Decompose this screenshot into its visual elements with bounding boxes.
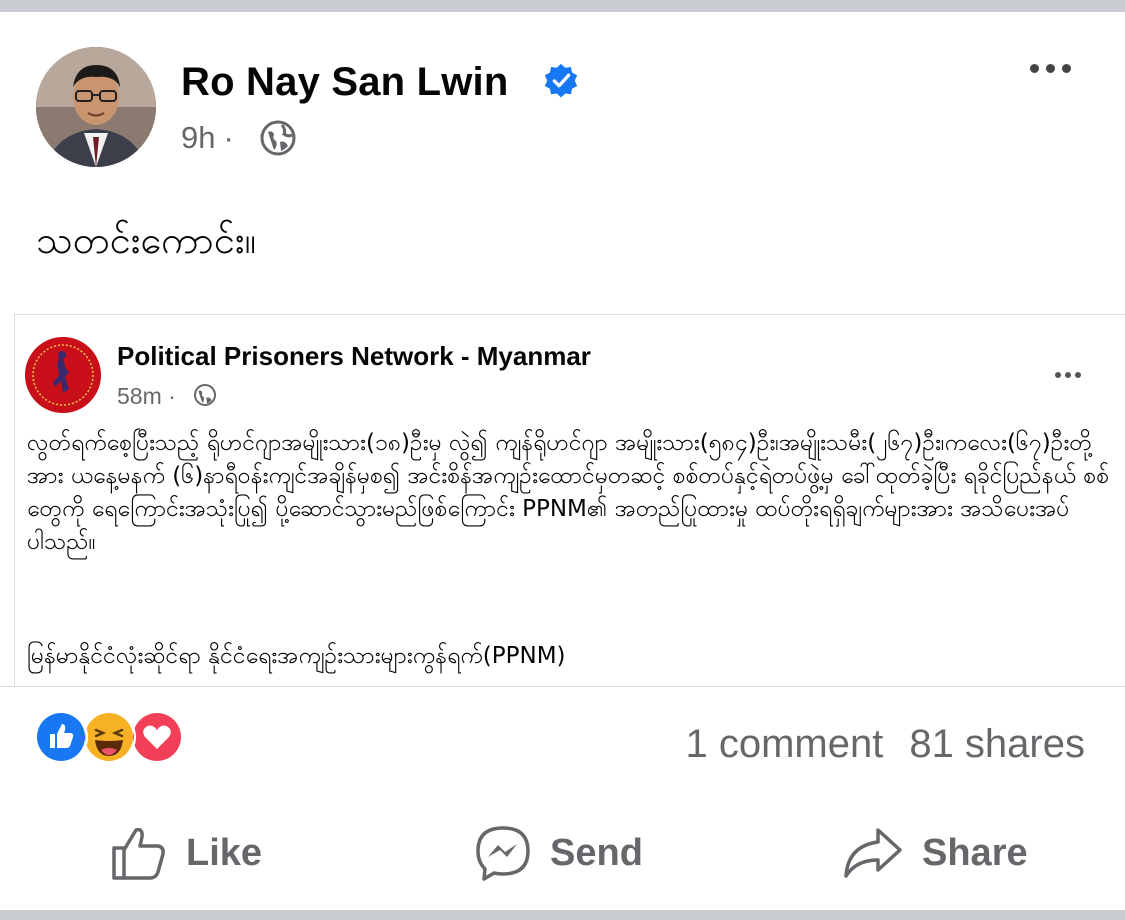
post-timestamp[interactable]: 9h [181, 120, 215, 155]
bottom-separator [0, 910, 1125, 920]
share-button[interactable]: Share [842, 820, 1028, 886]
messenger-icon [476, 826, 530, 881]
reaction-summary[interactable] [34, 710, 184, 764]
share-count[interactable]: 81 shares [909, 722, 1085, 766]
shared-post-card[interactable]: Political Prisoners Network - Myanmar 58… [14, 314, 1125, 687]
shared-post-signature: မြန်မာနိုင်ငံလုံးဆိုင်ရာ နိုင်ငံရေးအကျဉ်… [27, 643, 566, 669]
shared-post-timestamp[interactable]: 58m [117, 383, 162, 409]
like-label: Like [186, 831, 263, 874]
share-arrow-icon [844, 828, 902, 878]
shared-post-text: လွတ်ရက်စေ့ပြီးသည့် ရိုဟင်ဂျာအမျိုးသား(၁၈… [27, 430, 1110, 555]
dot-icon [1075, 372, 1081, 378]
dot-icon [1065, 372, 1071, 378]
send-label: Send [550, 831, 643, 874]
comment-count[interactable]: 1 comment [685, 722, 883, 766]
meta-separator: · [223, 120, 234, 155]
dot-icon [1055, 372, 1061, 378]
share-label: Share [922, 831, 1028, 874]
like-reaction-icon [34, 710, 88, 764]
author-name[interactable]: Ro Nay San Lwin [181, 60, 509, 105]
meta-separator: · [168, 383, 176, 409]
haha-reaction-icon [82, 710, 136, 764]
dot-icon [1062, 64, 1071, 73]
post-meta: 9h · [181, 120, 242, 156]
page-logo[interactable] [25, 337, 101, 413]
globe-icon[interactable] [193, 383, 217, 407]
verified-badge-icon [544, 63, 578, 98]
author-avatar[interactable] [36, 47, 156, 167]
globe-icon[interactable] [260, 120, 296, 156]
dot-icon [1030, 64, 1039, 73]
love-reaction-icon [130, 710, 184, 764]
top-separator [0, 0, 1125, 12]
shared-post-body: လွတ်ရက်စေ့ပြီးသည့် ရိုဟင်ဂျာအမျိုးသား(၁၈… [27, 427, 1117, 559]
divider [0, 686, 1125, 687]
send-button[interactable]: Send [474, 820, 643, 886]
dot-icon [1046, 64, 1055, 73]
engagement-counts: 1 comment 81 shares [685, 722, 1085, 767]
page-name[interactable]: Political Prisoners Network - Myanmar [117, 341, 591, 372]
post-text: သတင်းကောင်း။ [36, 218, 257, 262]
shared-post-meta: 58m · [117, 383, 176, 410]
post-options-button[interactable] [1030, 60, 1090, 90]
shared-post-options-button[interactable] [1055, 365, 1095, 379]
like-button[interactable]: Like [110, 820, 262, 886]
thumbs-up-icon [112, 827, 165, 880]
